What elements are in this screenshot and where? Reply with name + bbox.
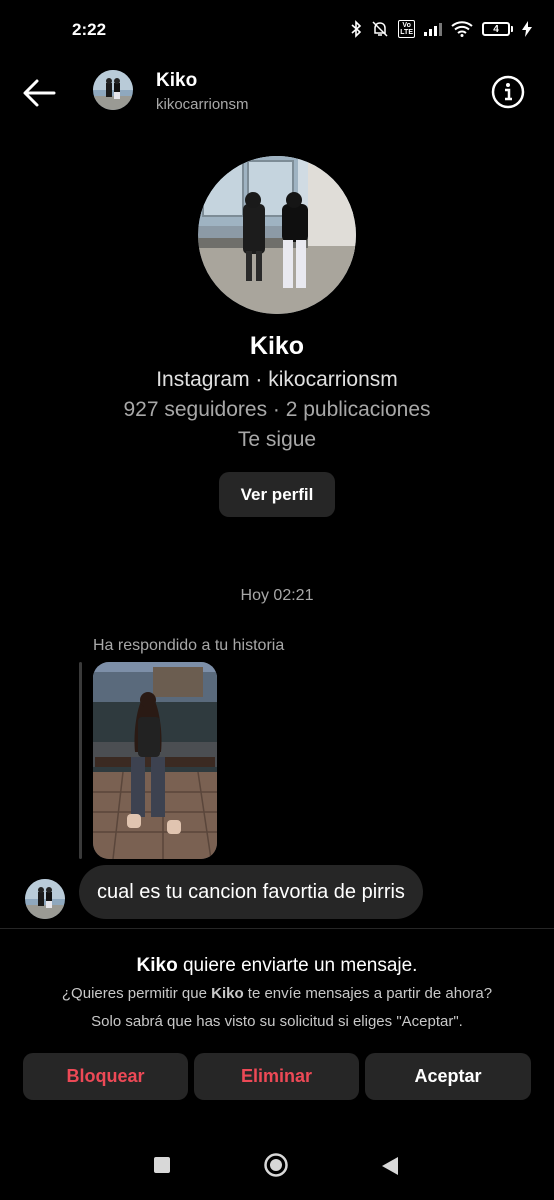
request-title: Kiko quiere enviarte un mensaje.	[0, 955, 554, 977]
charging-icon	[522, 21, 532, 37]
profile-stats: 927 seguidores · 2 publicaciones	[123, 398, 431, 421]
wifi-icon	[451, 21, 473, 37]
arrow-left-icon	[23, 79, 56, 107]
header-name: Kiko	[156, 70, 198, 91]
request-note: Solo sabrá que has visto su solicitud si…	[91, 1013, 463, 1030]
header-username: kikocarrionsm	[156, 96, 249, 113]
nav-back-button[interactable]	[380, 1156, 400, 1176]
accept-button[interactable]: Aceptar	[365, 1053, 531, 1100]
message-bubble[interactable]: cual es tu cancion favortia de pirris	[79, 865, 423, 919]
profile-source: Instagram · kikocarrionsm	[156, 368, 398, 391]
volte-icon: Vo LTE	[398, 20, 415, 38]
bell-muted-icon	[372, 21, 388, 37]
follows-you-label: Te sigue	[237, 428, 317, 451]
header-avatar[interactable]	[93, 70, 133, 110]
bluetooth-icon	[351, 20, 362, 38]
request-question: ¿Quieres permitir que Kiko te envíe mens…	[61, 985, 493, 1002]
story-reply-label: Ha respondido a tu historia	[93, 637, 285, 654]
profile-name: Kiko	[249, 332, 305, 360]
view-profile-button[interactable]: Ver perfil	[219, 472, 335, 517]
profile-avatar[interactable]	[198, 156, 356, 314]
sender-avatar[interactable]	[25, 879, 65, 919]
message-timestamp: Hoy 02:21	[240, 587, 314, 604]
request-sender-name: Kiko	[136, 955, 178, 976]
signal-icon	[424, 23, 442, 36]
block-button[interactable]: Bloquear	[23, 1053, 188, 1100]
delete-button[interactable]: Eliminar	[194, 1053, 359, 1100]
status-time: 2:22	[72, 20, 107, 39]
recent-apps-button[interactable]	[154, 1157, 170, 1173]
request-title-text: quiere enviarte un mensaje.	[177, 955, 418, 976]
back-button[interactable]	[20, 76, 60, 110]
divider	[0, 928, 554, 929]
reply-indicator-line	[79, 662, 82, 859]
home-button[interactable]	[264, 1153, 288, 1177]
story-thumbnail[interactable]	[93, 662, 217, 859]
info-circle-icon	[491, 75, 525, 109]
status-icons: Vo LTE 4	[350, 20, 532, 38]
battery-icon: 4	[482, 22, 513, 36]
info-button[interactable]	[490, 74, 526, 110]
